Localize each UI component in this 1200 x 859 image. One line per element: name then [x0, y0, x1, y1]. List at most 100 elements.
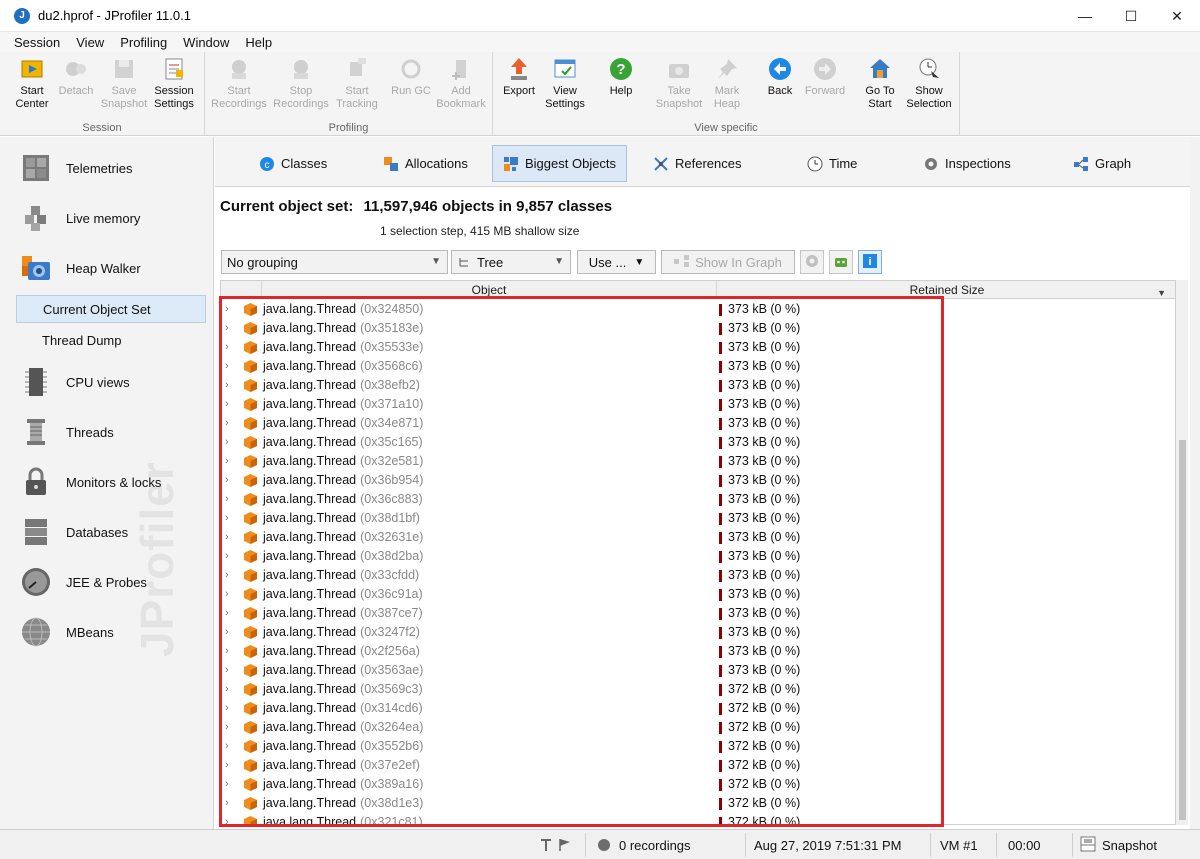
table-row[interactable]: › java.lang.Thread (0x34e871) 373 kB (0 %) [221, 414, 1175, 433]
chevron-right-icon[interactable]: › [225, 756, 237, 775]
chevron-right-icon[interactable]: › [225, 661, 237, 680]
mark-heap-button[interactable]: Mark Heap [703, 56, 751, 114]
menu-profiling[interactable]: Profiling [112, 35, 175, 50]
table-row[interactable]: › java.lang.Thread (0x321c81) 372 kB (0 %) [221, 813, 1175, 824]
nav-live-memory[interactable]: Live memory [20, 198, 140, 238]
menu-session[interactable]: Session [6, 35, 68, 50]
tab-classes[interactable]: c Classes [249, 145, 337, 182]
chevron-right-icon[interactable]: › [225, 414, 237, 433]
detach-button[interactable]: Detach [52, 56, 100, 114]
table-row[interactable]: › java.lang.Thread (0x36b954) 373 kB (0 %) [221, 471, 1175, 490]
menu-window[interactable]: Window [175, 35, 237, 50]
nav-heap-walker[interactable]: Heap Walker [20, 248, 141, 288]
forward-button[interactable]: Forward [801, 56, 849, 114]
table-row[interactable]: › java.lang.Thread (0x32e581) 373 kB (0 %) [221, 452, 1175, 471]
chevron-right-icon[interactable]: › [225, 680, 237, 699]
chevron-right-icon[interactable]: › [225, 471, 237, 490]
chevron-right-icon[interactable]: › [225, 623, 237, 642]
column-header-object[interactable]: Object [261, 281, 717, 299]
view-settings-button[interactable]: View Settings [541, 56, 589, 114]
table-row[interactable]: › java.lang.Thread (0x35533e) 373 kB (0 %) [221, 338, 1175, 357]
table-row[interactable]: › java.lang.Thread (0x32631e) 373 kB (0 %) [221, 528, 1175, 547]
start-tracking-button[interactable]: Start Tracking [331, 56, 383, 114]
take-snapshot-button[interactable]: Take Snapshot [653, 56, 705, 114]
table-row[interactable]: › java.lang.Thread (0x35c165) 373 kB (0 %) [221, 433, 1175, 452]
table-row[interactable]: › java.lang.Thread (0x3563ae) 373 kB (0 %) [221, 661, 1175, 680]
tab-biggest-objects[interactable]: Biggest Objects [492, 145, 628, 182]
session-settings-button[interactable]: Session Settings [150, 56, 198, 114]
menu-help[interactable]: Help [237, 35, 280, 50]
table-row[interactable]: › java.lang.Thread (0x38efb2) 373 kB (0 %) [221, 376, 1175, 395]
nav-monitors-locks[interactable]: Monitors & locks [20, 462, 161, 502]
chevron-right-icon[interactable]: › [225, 604, 237, 623]
table-row[interactable]: › java.lang.Thread (0x324850) 373 kB (0 %) [221, 300, 1175, 319]
start-recordings-button[interactable]: Start Recordings [211, 56, 267, 114]
chevron-right-icon[interactable]: › [225, 737, 237, 756]
go-to-start-button[interactable]: Go To Start [856, 56, 904, 114]
save-snapshot-button[interactable]: Save Snapshot [100, 56, 148, 114]
chevron-right-icon[interactable]: › [225, 300, 237, 319]
back-button[interactable]: Back [756, 56, 804, 114]
export-button[interactable]: Export [495, 56, 543, 114]
show-in-graph-button[interactable]: Show In Graph [661, 250, 795, 274]
table-row[interactable]: › java.lang.Thread (0x38d1bf) 373 kB (0 %) [221, 509, 1175, 528]
table-row[interactable]: › java.lang.Thread (0x3569c3) 372 kB (0 %) [221, 680, 1175, 699]
stop-recordings-button[interactable]: Stop Recordings [273, 56, 329, 114]
nav-jee-probes[interactable]: JEE & Probes [20, 562, 147, 602]
window-scrollbar[interactable] [1190, 137, 1200, 829]
chevron-right-icon[interactable]: › [225, 319, 237, 338]
start-center-button[interactable]: Start Center [8, 56, 56, 114]
nav-threads[interactable]: Threads [20, 412, 114, 452]
tab-graph[interactable]: Graph [1063, 145, 1141, 182]
table-row[interactable]: › java.lang.Thread (0x2f256a) 373 kB (0 %) [221, 642, 1175, 661]
nav-current-object-set[interactable]: Current Object Set [16, 295, 206, 323]
table-row[interactable]: › java.lang.Thread (0x314cd6) 372 kB (0 %) [221, 699, 1175, 718]
settings-gear-button[interactable] [800, 250, 824, 274]
grouping-select[interactable]: No grouping ▼ [221, 250, 448, 274]
status-pin-icon[interactable] [538, 830, 572, 859]
table-row[interactable]: › java.lang.Thread (0x387ce7) 373 kB (0 %) [221, 604, 1175, 623]
chevron-right-icon[interactable]: › [225, 338, 237, 357]
table-row[interactable]: › java.lang.Thread (0x35183e) 373 kB (0 %) [221, 319, 1175, 338]
use-button[interactable]: Use ... ▼ [577, 250, 656, 274]
close-button[interactable]: ✕ [1154, 0, 1200, 32]
chevron-right-icon[interactable]: › [225, 433, 237, 452]
chevron-right-icon[interactable]: › [225, 813, 237, 824]
table-scrollbar-thumb[interactable] [1179, 440, 1186, 820]
table-row[interactable]: › java.lang.Thread (0x33cfdd) 373 kB (0 %) [221, 566, 1175, 585]
nav-thread-dump[interactable]: Thread Dump [16, 326, 206, 354]
nav-mbeans[interactable]: MBeans [20, 612, 114, 652]
info-button[interactable]: i [858, 250, 882, 274]
analyze-button[interactable] [829, 250, 853, 274]
table-row[interactable]: › java.lang.Thread (0x3568c6) 373 kB (0 %) [221, 357, 1175, 376]
minimize-button[interactable]: — [1062, 0, 1108, 32]
tab-time[interactable]: Time [797, 145, 867, 182]
table-row[interactable]: › java.lang.Thread (0x3552b6) 372 kB (0 %) [221, 737, 1175, 756]
nav-cpu-views[interactable]: CPU views [20, 362, 130, 402]
maximize-button[interactable]: ☐ [1108, 0, 1154, 32]
chevron-right-icon[interactable]: › [225, 566, 237, 585]
add-bookmark-button[interactable]: Add Bookmark [435, 56, 487, 114]
chevron-right-icon[interactable]: › [225, 452, 237, 471]
chevron-right-icon[interactable]: › [225, 395, 237, 414]
chevron-right-icon[interactable]: › [225, 528, 237, 547]
table-row[interactable]: › java.lang.Thread (0x371a10) 373 kB (0 %) [221, 395, 1175, 414]
column-header-retained-size[interactable]: Retained Size ▼ [718, 281, 1175, 299]
table-row[interactable]: › java.lang.Thread (0x37e2ef) 372 kB (0 %) [221, 756, 1175, 775]
table-row[interactable]: › java.lang.Thread (0x38d1e3) 372 kB (0 %) [221, 794, 1175, 813]
table-row[interactable]: › java.lang.Thread (0x36c883) 373 kB (0 %) [221, 490, 1175, 509]
chevron-right-icon[interactable]: › [225, 547, 237, 566]
chevron-right-icon[interactable]: › [225, 699, 237, 718]
table-row[interactable]: › java.lang.Thread (0x36c91a) 373 kB (0 %) [221, 585, 1175, 604]
menu-view[interactable]: View [68, 35, 112, 50]
chevron-right-icon[interactable]: › [225, 376, 237, 395]
table-row[interactable]: › java.lang.Thread (0x3264ea) 372 kB (0 %) [221, 718, 1175, 737]
chevron-right-icon[interactable]: › [225, 357, 237, 376]
show-selection-button[interactable]: Show Selection [904, 56, 954, 114]
table-row[interactable]: › java.lang.Thread (0x3247f2) 373 kB (0 %) [221, 623, 1175, 642]
table-row[interactable]: › java.lang.Thread (0x389a16) 372 kB (0 %) [221, 775, 1175, 794]
help-button[interactable]: ? Help [597, 56, 645, 114]
chevron-right-icon[interactable]: › [225, 585, 237, 604]
nav-databases[interactable]: Databases [20, 512, 128, 552]
chevron-right-icon[interactable]: › [225, 794, 237, 813]
